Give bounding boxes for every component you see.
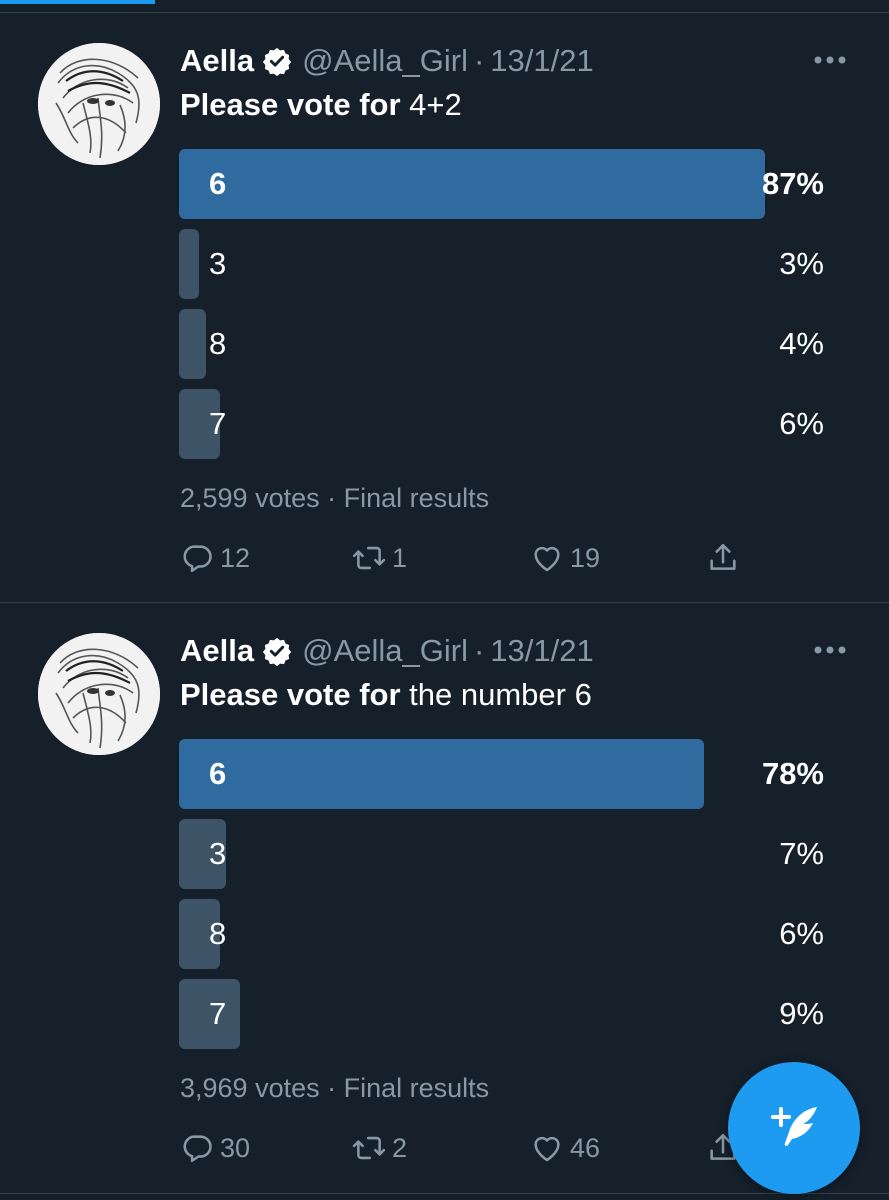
poll-option-percent: 87% bbox=[761, 166, 824, 201]
timestamp[interactable]: 13/1/21 bbox=[490, 43, 593, 79]
compose-tweet-button[interactable] bbox=[728, 1062, 860, 1194]
poll-option-percent: 4% bbox=[779, 326, 824, 361]
poll-option: 6 87% bbox=[179, 149, 824, 219]
poll-option-percent: 9% bbox=[779, 996, 824, 1031]
share-button[interactable] bbox=[706, 536, 746, 580]
heart-icon bbox=[534, 1136, 560, 1162]
like-count: 46 bbox=[570, 1132, 601, 1163]
reply-count: 12 bbox=[220, 542, 251, 573]
poll-option-label: 6 bbox=[209, 166, 227, 201]
like-count: 19 bbox=[570, 542, 601, 573]
poll-option-label: 3 bbox=[209, 246, 227, 281]
reply-button[interactable]: 12 bbox=[180, 536, 250, 580]
verified-badge-icon bbox=[262, 637, 292, 666]
poll-option: 8 6% bbox=[179, 899, 824, 969]
poll-bar bbox=[179, 309, 206, 379]
poll-option: 7 9% bbox=[179, 979, 824, 1049]
reply-button[interactable]: 30 bbox=[180, 1126, 250, 1170]
poll: 6 78% 3 7% 8 6% 7 9% bbox=[179, 739, 824, 1059]
compose-tweet-icon bbox=[771, 1107, 817, 1147]
poll-option-percent: 3% bbox=[779, 246, 824, 281]
avatar[interactable] bbox=[38, 633, 160, 755]
handle[interactable]: @Aella_Girl bbox=[302, 633, 468, 669]
poll: 6 87% 3 3% 8 4% 7 6% bbox=[179, 149, 824, 469]
tweet-text-bold: Please vote for bbox=[180, 87, 401, 122]
tweet-actions: 30 2 46 bbox=[180, 1126, 750, 1170]
poll-option: 8 4% bbox=[179, 309, 824, 379]
heart-icon bbox=[534, 546, 560, 572]
poll-option-label: 8 bbox=[209, 326, 227, 361]
retweet-icon bbox=[352, 546, 386, 570]
share-icon bbox=[710, 543, 736, 570]
tweet-header: Aella @Aella_Girl · 13/1/21 bbox=[180, 41, 594, 81]
timestamp[interactable]: 13/1/21 bbox=[490, 633, 593, 669]
retweet-button[interactable]: 1 bbox=[352, 536, 407, 580]
poll-bar bbox=[179, 229, 199, 299]
tweet-text-rest: the number 6 bbox=[400, 677, 592, 712]
poll-meta: 2,599 votes · Final results bbox=[180, 483, 490, 513]
display-name[interactable]: Aella bbox=[180, 43, 254, 79]
tweet-text: Please vote for the number 6 bbox=[180, 677, 592, 713]
poll-option: 7 6% bbox=[179, 389, 824, 459]
retweet-button[interactable]: 2 bbox=[352, 1126, 407, 1170]
tweet[interactable]: Aella @Aella_Girl · 13/1/21 Please vote … bbox=[0, 13, 889, 603]
more-options-icon[interactable] bbox=[813, 53, 847, 67]
poll-option-label: 8 bbox=[209, 916, 227, 951]
retweet-count: 1 bbox=[392, 542, 408, 573]
poll-option-percent: 6% bbox=[779, 406, 824, 441]
poll-option-label: 3 bbox=[209, 836, 227, 871]
tweet-text-rest: 4+2 bbox=[400, 87, 462, 122]
tweet-actions: 12 1 19 bbox=[180, 536, 750, 580]
reply-count: 30 bbox=[220, 1132, 251, 1163]
poll-option: 3 3% bbox=[179, 229, 824, 299]
poll-option: 6 78% bbox=[179, 739, 824, 809]
handle[interactable]: @Aella_Girl bbox=[302, 43, 468, 79]
retweet-count: 2 bbox=[392, 1132, 408, 1163]
avatar[interactable] bbox=[38, 43, 160, 165]
poll-option-percent: 78% bbox=[761, 756, 824, 791]
display-name[interactable]: Aella bbox=[180, 633, 254, 669]
verified-badge-icon bbox=[262, 47, 292, 76]
poll-option-percent: 7% bbox=[779, 836, 824, 871]
poll-meta: 3,969 votes · Final results bbox=[180, 1073, 490, 1103]
tweet-text: Please vote for 4+2 bbox=[180, 87, 462, 123]
poll-option-label: 7 bbox=[209, 406, 227, 441]
poll-option-label: 7 bbox=[209, 996, 227, 1031]
poll-bar bbox=[179, 739, 704, 809]
separator-dot: · bbox=[473, 633, 485, 668]
retweet-icon bbox=[352, 1136, 386, 1160]
poll-bar bbox=[179, 149, 765, 219]
poll-option-percent: 6% bbox=[779, 916, 824, 951]
poll-option: 3 7% bbox=[179, 819, 824, 889]
tweet-header: Aella @Aella_Girl · 13/1/21 bbox=[180, 631, 594, 671]
like-button[interactable]: 46 bbox=[530, 1126, 600, 1170]
reply-icon bbox=[183, 1135, 212, 1163]
more-options-icon[interactable] bbox=[813, 643, 847, 657]
tab-indicator bbox=[0, 0, 155, 4]
separator-dot: · bbox=[473, 43, 485, 78]
tweet-text-bold: Please vote for bbox=[180, 677, 401, 712]
reply-icon bbox=[183, 545, 212, 573]
like-button[interactable]: 19 bbox=[530, 536, 600, 580]
poll-option-label: 6 bbox=[209, 756, 227, 791]
